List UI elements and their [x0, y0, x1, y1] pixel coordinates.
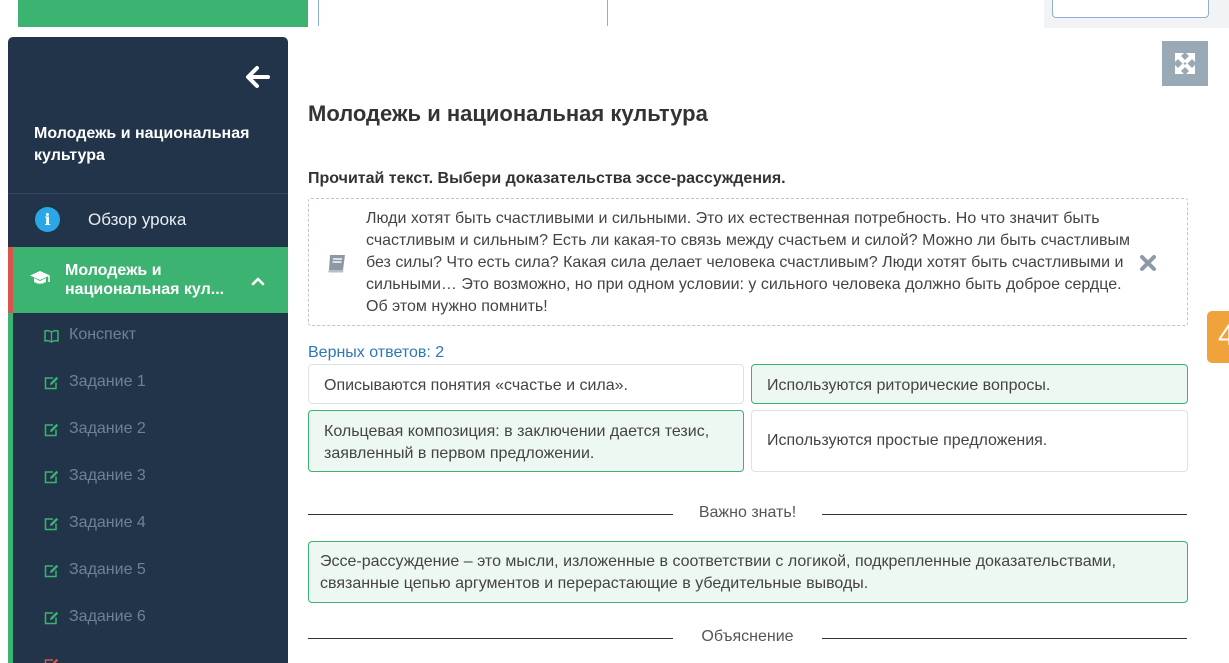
lesson-stripe	[8, 247, 13, 313]
sidebar-item-overview[interactable]: i Обзор урока	[8, 194, 288, 247]
separator-line	[308, 514, 673, 515]
sidebar-item-task-5[interactable]: Задание 5	[13, 548, 288, 595]
expand-icon	[1175, 53, 1195, 74]
sidebar-item-label: Молодежь и национальная кул...	[65, 262, 225, 298]
close-icon[interactable]	[1139, 254, 1157, 272]
sidebar-title: Молодежь и национальная культура	[34, 125, 250, 164]
side-help-tab[interactable]: 4	[1207, 311, 1229, 363]
answer-option-1[interactable]: Описываются понятия «счастье и сила».	[308, 364, 744, 404]
explanation-separator: Объяснение	[308, 628, 1187, 648]
explanation-heading: Объяснение	[701, 628, 794, 645]
separator-line	[822, 514, 1187, 515]
sidebar-item-label: Задание 4	[69, 514, 146, 531]
important-info-box: Эссе-рассуждение – это мысли, изложенные…	[308, 541, 1188, 603]
fullscreen-button[interactable]	[1162, 41, 1208, 86]
edit-icon	[44, 470, 59, 484]
sidebar-item-label: Задание 1	[69, 373, 146, 390]
task-instruction: Прочитай текст. Выбери доказательства эс…	[308, 170, 786, 187]
top-tab[interactable]	[318, 0, 608, 26]
sidebar-item-konspekt[interactable]: Конспект	[13, 313, 288, 360]
chevron-up-icon[interactable]	[251, 273, 265, 286]
edit-icon	[44, 423, 59, 437]
sidebar: Молодежь и национальная культура i Обзор…	[8, 37, 288, 663]
graduation-cap-icon	[29, 270, 51, 286]
sidebar-item-task-2[interactable]: Задание 2	[13, 407, 288, 454]
sidebar-item-task-6[interactable]: Задание 6	[13, 595, 288, 642]
sidebar-item-label: Обзор урока	[88, 210, 187, 229]
sidebar-item-label: Задание 6	[69, 608, 146, 625]
important-separator: Важно знать!	[308, 504, 1187, 524]
book-open-icon	[44, 329, 59, 343]
answer-option-4[interactable]: Используются простые предложения.	[751, 410, 1188, 472]
edit-icon	[44, 564, 59, 578]
top-tab-active[interactable]	[18, 0, 308, 27]
edit-icon	[44, 658, 59, 663]
book-icon	[326, 253, 348, 274]
side-help-tab-label: 4	[1218, 319, 1229, 352]
answer-option-3[interactable]: Кольцевая композиция: в заключении даетс…	[308, 410, 744, 472]
sidebar-item-task-4[interactable]: Задание 4	[13, 501, 288, 548]
sidebar-item-task-1[interactable]: Задание 1	[13, 360, 288, 407]
top-right-button[interactable]	[1052, 0, 1209, 18]
edit-icon	[44, 376, 59, 390]
edit-icon	[44, 611, 59, 625]
back-arrow-icon[interactable]	[245, 65, 271, 89]
answer-option-2[interactable]: Используются риторические вопросы.	[751, 364, 1188, 404]
important-heading: Важно знать!	[698, 504, 797, 521]
sidebar-item-label: Задание 3	[69, 467, 146, 484]
passage-text: Люди хотят быть счастливыми и сильными. …	[366, 210, 1131, 315]
sidebar-item-label: Конспект	[69, 326, 137, 343]
top-tab-strip	[0, 0, 1229, 28]
edit-icon	[44, 517, 59, 531]
info-icon: i	[35, 207, 60, 232]
sidebar-item-label: Задание 2	[69, 420, 146, 437]
sidebar-item-lesson[interactable]: Молодежь и национальная кул...	[8, 247, 288, 313]
separator-line	[822, 638, 1187, 639]
page-title: Молодежь и национальная культура	[308, 101, 708, 126]
correct-answers-count: Верных ответов: 2	[308, 344, 445, 361]
sidebar-item-label: Задание 5	[69, 561, 146, 578]
reading-passage: Люди хотят быть счастливыми и сильными. …	[308, 198, 1188, 326]
separator-line	[308, 638, 673, 639]
sidebar-item-task-3[interactable]: Задание 3	[13, 454, 288, 501]
sidebar-item-task-7[interactable]	[13, 642, 288, 663]
